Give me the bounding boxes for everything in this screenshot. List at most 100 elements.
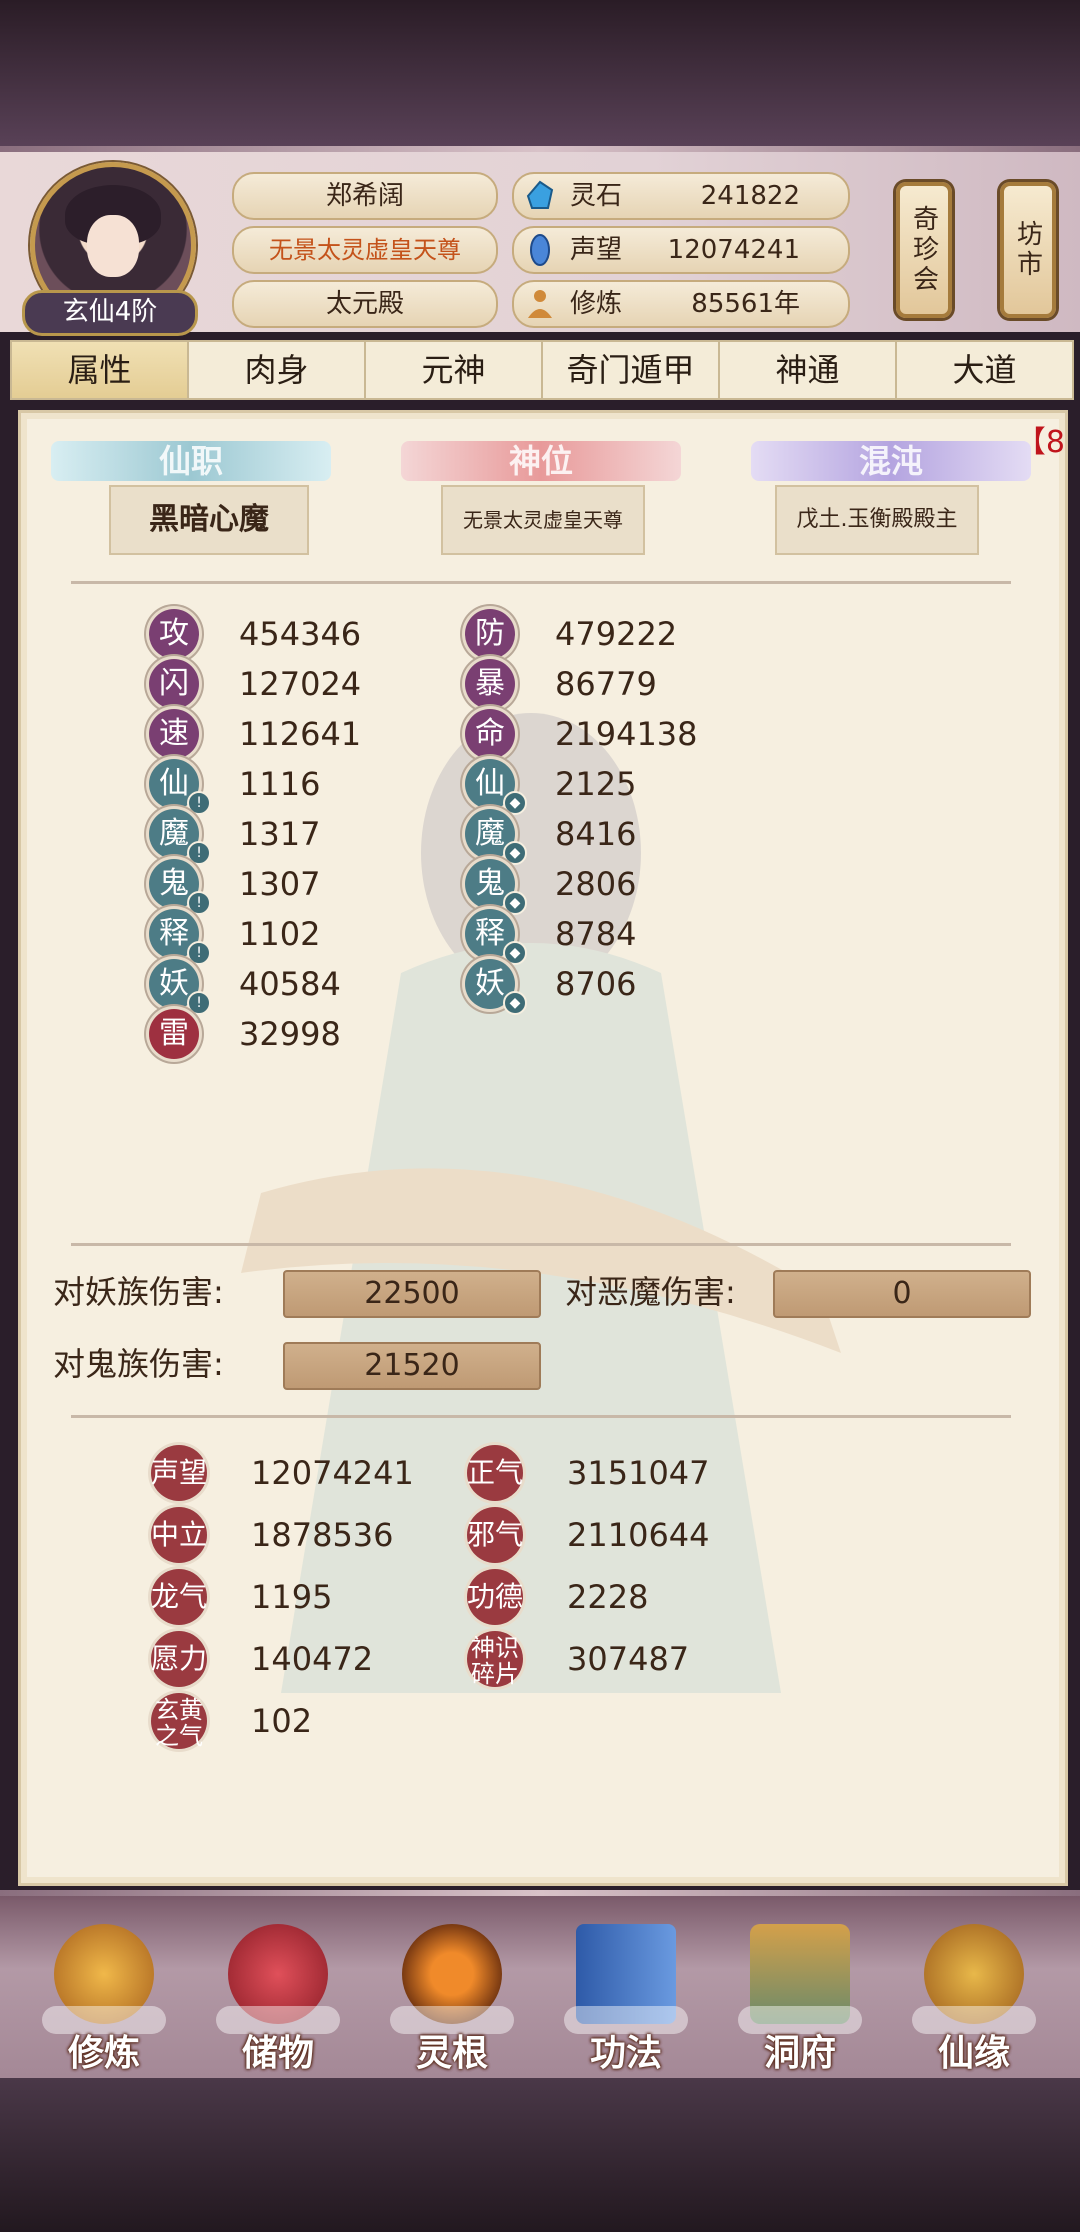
stat-icon: 雷 <box>149 1009 199 1059</box>
bottom-background <box>0 2078 1080 2232</box>
reputation-icon: 中立 <box>151 1507 207 1563</box>
damage-vs-ghost-label: 对鬼族伤害: <box>53 1345 224 1383</box>
stat-value: 1116 <box>239 765 321 803</box>
stat-icon: 闪 <box>149 659 199 709</box>
resource-label: 灵石 <box>570 181 623 211</box>
nav-storage[interactable]: 储物 <box>198 1896 358 2078</box>
tab-dao[interactable]: 大道 <box>897 342 1072 398</box>
stat-value: 479222 <box>555 615 678 653</box>
defense-marker-icon: ◆ <box>503 941 527 965</box>
tab-qimen[interactable]: 奇门遁甲 <box>543 342 720 398</box>
tab-abilities[interactable]: 神通 <box>720 342 897 398</box>
defense-marker-icon: ◆ <box>503 841 527 865</box>
reputation-icon: 邪气 <box>467 1507 523 1563</box>
attack-marker-icon: ! <box>187 791 211 815</box>
stat-value: 1307 <box>239 865 321 903</box>
resource-label: 声望 <box>570 235 623 265</box>
treasure-fair-button[interactable]: 奇珍会 <box>896 182 952 318</box>
damage-vs-devil-value: 0 <box>773 1270 1031 1318</box>
attack-marker-icon: ! <box>187 891 211 915</box>
nav-cave-dwelling[interactable]: 洞府 <box>720 1896 880 2078</box>
player-title: 无景太灵虚皇天尊 <box>232 226 498 274</box>
stat-icon: 速 <box>149 709 199 759</box>
nav-label: 功法 <box>589 2033 662 2074</box>
nav-techniques[interactable]: 功法 <box>546 1896 706 2078</box>
deity-position-value: 无景太灵虚皇天尊 <box>441 485 645 555</box>
reputation-value: 1878536 <box>251 1516 394 1554</box>
stat-value: 8706 <box>555 965 637 1003</box>
cultivation-rank: 玄仙4阶 <box>22 290 198 336</box>
reputation-value: 2110644 <box>567 1516 710 1554</box>
stat-icon: 攻 <box>149 609 199 659</box>
defense-marker-icon: ◆ <box>503 891 527 915</box>
reputation-value: 1195 <box>251 1578 333 1616</box>
position-header-chaos: 混沌 <box>751 441 1031 481</box>
tab-soul[interactable]: 元神 <box>366 342 543 398</box>
reputation-value: 12074241 <box>251 1454 414 1492</box>
prestige-gem-icon <box>530 234 550 266</box>
top-background <box>0 0 1080 150</box>
stat-icon: 暴 <box>465 659 515 709</box>
player-name: 郑希阔 <box>232 172 498 220</box>
meditation-icon <box>528 290 552 318</box>
nav-label: 仙缘 <box>937 2033 1010 2074</box>
damage-vs-demon-label: 对妖族伤害: <box>53 1273 224 1311</box>
reputation-value: 307487 <box>567 1640 690 1678</box>
stat-value: 1102 <box>239 915 321 953</box>
resource-label: 修炼 <box>570 289 623 319</box>
reputation-icon: 功德 <box>467 1569 523 1625</box>
nav-fate[interactable]: 仙缘 <box>894 1896 1054 2078</box>
stat-icon: 防 <box>465 609 515 659</box>
stat-value: 40584 <box>239 965 341 1003</box>
divider <box>71 1243 1011 1246</box>
chaos-position-value: 戊土.玉衡殿殿主 <box>775 485 979 555</box>
spirit-stone-icon <box>526 180 554 209</box>
market-button[interactable]: 坊市 <box>1000 182 1056 318</box>
attack-marker-icon: ! <box>187 841 211 865</box>
resource-value: 12074241 <box>667 235 800 265</box>
stat-value: 127024 <box>239 665 362 703</box>
immortal-office-value: 黑暗心魔 <box>109 485 309 555</box>
reputation-value: 102 <box>251 1702 313 1740</box>
nav-cultivate[interactable]: 修炼 <box>24 1896 184 2078</box>
resource-prestige: 声望 12074241 <box>512 226 850 274</box>
bottom-nav: 修炼 储物 灵根 功法 洞府 仙缘 <box>0 1896 1080 2078</box>
divider <box>71 1415 1011 1418</box>
attributes-panel: 【8 仙职 神位 混沌 黑暗心魔 无景太灵虚皇天尊 戊土.玉衡殿殿主 攻 4543… <box>18 410 1068 1886</box>
attack-marker-icon: ! <box>187 941 211 965</box>
damage-vs-devil-label: 对恶魔伤害: <box>565 1273 736 1311</box>
stat-value: 8784 <box>555 915 637 953</box>
resource-cultivation: 修炼 85561年 <box>512 280 850 328</box>
reputation-icon: 玄黄之气 <box>151 1693 207 1749</box>
stat-value: 32998 <box>239 1015 341 1053</box>
player-header: 玄仙4阶 郑希阔 无景太灵虚皇天尊 太元殿 灵石 241822 声望 12074… <box>0 152 1080 336</box>
category-tabs: 属性 肉身 元神 奇门遁甲 神通 大道 <box>10 340 1074 400</box>
nav-label: 储物 <box>241 2033 314 2074</box>
tab-attributes[interactable]: 属性 <box>12 342 189 398</box>
nav-spirit-root[interactable]: 灵根 <box>372 1896 532 2078</box>
nav-label: 灵根 <box>415 2033 488 2074</box>
divider <box>71 581 1011 584</box>
stat-value: 112641 <box>239 715 362 753</box>
reputation-value: 140472 <box>251 1640 374 1678</box>
reputation-icon: 龙气 <box>151 1569 207 1625</box>
reputation-value: 2228 <box>567 1578 649 1616</box>
reputation-icon: 声望 <box>151 1445 207 1501</box>
stat-icon: 命 <box>465 709 515 759</box>
damage-vs-demon-value: 22500 <box>283 1270 541 1318</box>
reputation-value: 3151047 <box>567 1454 710 1492</box>
resource-spirit-stone: 灵石 241822 <box>512 172 850 220</box>
stat-value: 2806 <box>555 865 637 903</box>
stat-value: 2125 <box>555 765 637 803</box>
stat-value: 86779 <box>555 665 657 703</box>
tab-body[interactable]: 肉身 <box>189 342 366 398</box>
nav-label: 修炼 <box>67 2033 140 2074</box>
position-header-immortal: 仙职 <box>51 441 331 481</box>
stat-value: 8416 <box>555 815 637 853</box>
nav-label: 洞府 <box>763 2033 836 2074</box>
stat-value: 1317 <box>239 815 321 853</box>
player-sect: 太元殿 <box>232 280 498 328</box>
reputation-icon: 神识碎片 <box>467 1631 523 1687</box>
stat-value: 454346 <box>239 615 362 653</box>
attack-marker-icon: ! <box>187 991 211 1015</box>
